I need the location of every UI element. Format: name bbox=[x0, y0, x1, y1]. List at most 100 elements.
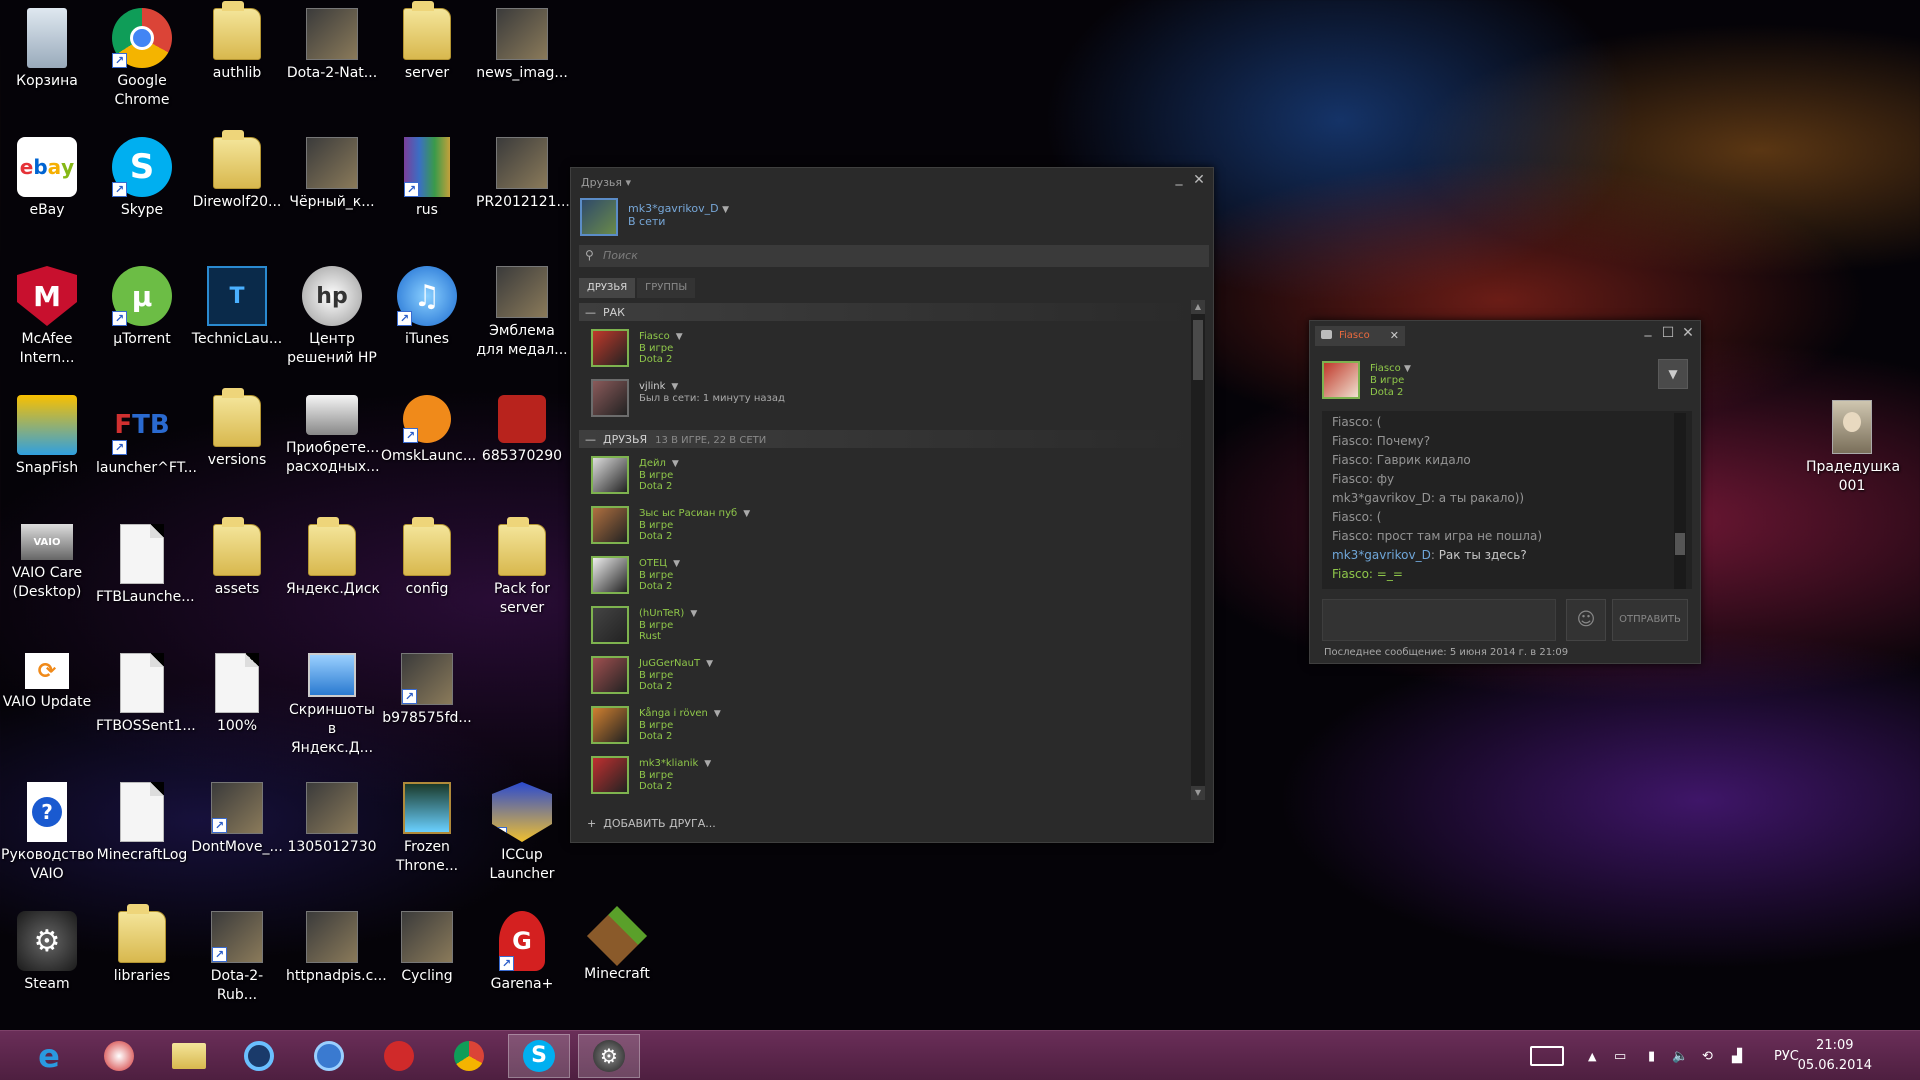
network-icon[interactable]: ⟲ bbox=[1702, 1031, 1713, 1080]
desktop-icon[interactable]: µ ↗ µTorrent bbox=[96, 258, 188, 382]
battery-icon[interactable]: ▮ bbox=[1648, 1031, 1655, 1080]
audio-icon[interactable] bbox=[368, 1034, 430, 1078]
desktop-icon[interactable]: FTBOSSent1... bbox=[96, 645, 196, 769]
desktop-icon[interactable]: ? Руководство VAIO bbox=[1, 774, 94, 898]
desktop-icon[interactable]: httpnadpis.c... bbox=[286, 903, 387, 1027]
minimize-button[interactable]: _ bbox=[1640, 321, 1656, 337]
chat-scrollbar[interactable] bbox=[1674, 413, 1686, 589]
desktop-icon[interactable]: G ↗ Garena+ bbox=[476, 903, 568, 1027]
avatar[interactable] bbox=[591, 606, 629, 644]
desktop-icon[interactable]: ⟳ VAIO Update bbox=[1, 645, 93, 769]
chevron-down-icon[interactable]: ▼ bbox=[672, 459, 679, 469]
signal-icon[interactable]: ▟ bbox=[1732, 1031, 1742, 1080]
close-button[interactable]: ✕ bbox=[1191, 172, 1207, 188]
avatar[interactable] bbox=[591, 756, 629, 794]
desktop-icon[interactable]: ↗ rus bbox=[381, 129, 473, 253]
desktop-icon[interactable]: ↗ Dota-2-Rub... bbox=[191, 903, 283, 1027]
volume-icon[interactable]: 🔈 bbox=[1672, 1031, 1688, 1080]
desktop-icon[interactable]: Cycling bbox=[381, 903, 473, 1027]
desktop-icon[interactable]: 685370290 bbox=[476, 387, 568, 511]
desktop-icon[interactable]: Прадедушка 001 bbox=[1806, 392, 1900, 516]
collapse-icon[interactable]: — bbox=[585, 433, 596, 446]
desktop-icon[interactable]: ⚙ Steam bbox=[1, 903, 93, 1027]
friend-item[interactable]: Зыс ыс Расиан пуб ▼ В игре Dota 2 bbox=[591, 504, 1199, 554]
avatar[interactable] bbox=[591, 379, 629, 417]
scroll-down-icon[interactable]: ▼ bbox=[1191, 786, 1205, 800]
clock[interactable]: 21:09 05.06.2014 bbox=[1798, 1036, 1872, 1076]
desktop-icon[interactable]: ♫ ↗ iTunes bbox=[381, 258, 473, 382]
avatar[interactable] bbox=[591, 656, 629, 694]
friend-list-scrollbar[interactable]: ▲ ▼ bbox=[1191, 300, 1205, 800]
add-friend-button[interactable]: + ДОБАВИТЬ ДРУГА... bbox=[587, 817, 716, 830]
avatar[interactable] bbox=[1322, 361, 1360, 399]
desktop-icon[interactable]: VAIO VAIO Care (Desktop) bbox=[1, 516, 93, 640]
desktop-icon[interactable]: ↗ ICCup Launcher bbox=[476, 774, 568, 898]
keyboard-icon[interactable] bbox=[1530, 1031, 1564, 1080]
chat-tab[interactable]: Fiasco ✕ bbox=[1315, 326, 1405, 346]
skype-icon[interactable]: S bbox=[508, 1034, 570, 1078]
ie-icon[interactable]: e bbox=[18, 1034, 80, 1078]
scroll-up-icon[interactable]: ▲ bbox=[1191, 300, 1205, 314]
avatar[interactable] bbox=[591, 456, 629, 494]
avatar[interactable] bbox=[591, 556, 629, 594]
send-button[interactable]: ОТПРАВИТЬ bbox=[1612, 599, 1688, 641]
desktop-icon[interactable]: 100% bbox=[191, 645, 283, 769]
desktop-icon[interactable]: Minecraft bbox=[571, 903, 663, 1027]
desktop-icon[interactable]: Frozen Throne... bbox=[381, 774, 473, 898]
close-button[interactable]: ✕ bbox=[1680, 325, 1696, 341]
chat-user-name[interactable]: Fiasco ▼ bbox=[1370, 363, 1411, 374]
self-name[interactable]: mk3*gavrikov_D ▼ bbox=[628, 202, 729, 215]
chevron-down-icon[interactable]: ▼ bbox=[704, 759, 711, 769]
desktop-icon[interactable]: ↗ OmskLaunc... bbox=[381, 387, 476, 511]
desktop-icon[interactable]: Pack for server bbox=[476, 516, 568, 640]
scrollbar-thumb[interactable] bbox=[1193, 320, 1203, 380]
maximize-button[interactable]: ☐ bbox=[1660, 325, 1676, 341]
desktop-icon[interactable]: PR2012121... bbox=[476, 129, 570, 253]
chevron-down-icon[interactable]: ▼ bbox=[706, 659, 713, 669]
chrome-icon[interactable] bbox=[438, 1034, 500, 1078]
friend-item[interactable]: vjlink ▼ Был в сети: 1 минуту назад bbox=[591, 377, 1199, 427]
avatar[interactable] bbox=[591, 506, 629, 544]
avatar[interactable] bbox=[580, 198, 618, 236]
collapse-icon[interactable]: — bbox=[585, 306, 596, 319]
explorer-icon[interactable] bbox=[158, 1034, 220, 1078]
steam-friends-window[interactable]: Друзья ▾ _ ✕ mk3*gavrikov_D ▼ В сети ⚲ П… bbox=[570, 167, 1214, 843]
chevron-down-icon[interactable]: ▼ bbox=[671, 382, 678, 392]
chevron-down-icon[interactable]: ▼ bbox=[690, 609, 697, 619]
close-tab-icon[interactable]: ✕ bbox=[1390, 329, 1399, 342]
desktop-icon[interactable]: server bbox=[381, 0, 473, 124]
friend-item[interactable]: (hUnTeR) ▼ В игре Rust bbox=[591, 604, 1199, 654]
desktop-icon[interactable]: Скриншоты в Яндекс.Д... bbox=[286, 645, 378, 769]
chevron-down-icon[interactable]: ▼ bbox=[676, 332, 683, 342]
friend-name[interactable]: Fiasco ▼ bbox=[639, 331, 683, 342]
chat-input[interactable] bbox=[1322, 599, 1556, 641]
desktop-icon[interactable]: ↗ Google Chrome bbox=[96, 0, 188, 124]
tab-friends[interactable]: ДРУЗЬЯ bbox=[579, 278, 636, 298]
scrollbar-thumb[interactable] bbox=[1675, 533, 1685, 555]
tray-expand-icon[interactable]: ▲ bbox=[1588, 1031, 1596, 1080]
film-icon[interactable] bbox=[298, 1034, 360, 1078]
desktop-icon[interactable]: ↗ b978575fd... bbox=[381, 645, 473, 769]
desktop-icon[interactable]: ↗ DontMove_... bbox=[191, 774, 283, 898]
search-input[interactable]: ⚲ Поиск bbox=[579, 245, 1209, 267]
media-icon[interactable] bbox=[228, 1034, 290, 1078]
friend-item[interactable]: mk3*klianik ▼ В игре Dota 2 bbox=[591, 754, 1199, 800]
steam-icon[interactable]: ⚙ bbox=[578, 1034, 640, 1078]
friend-name[interactable]: Дейл ▼ bbox=[639, 458, 679, 469]
avatar[interactable] bbox=[591, 706, 629, 744]
steam-chat-window[interactable]: Fiasco ✕ _ ☐ ✕ Fiasco ▼ В игре Dota 2 ▼ … bbox=[1309, 320, 1701, 664]
tab-groups[interactable]: ГРУППЫ bbox=[637, 278, 696, 298]
desktop-icon[interactable]: authlib bbox=[191, 0, 283, 124]
desktop-icon[interactable]: Эмблема для медал... bbox=[476, 258, 568, 382]
chat-options-button[interactable]: ▼ bbox=[1658, 359, 1688, 389]
desktop-icon[interactable]: Яндекс.Диск bbox=[286, 516, 380, 640]
friend-item[interactable]: ОТЕЦ ▼ В игре Dota 2 bbox=[591, 554, 1199, 604]
desktop-icon[interactable]: M McAfee Intern... bbox=[1, 258, 93, 382]
emoticon-button[interactable]: ☺ bbox=[1566, 599, 1606, 641]
desktop-icon[interactable]: e b a y eBay bbox=[1, 129, 93, 253]
desktop-icon[interactable]: Приобрете... расходных... bbox=[286, 387, 380, 511]
desktop-icon[interactable]: F TB ↗ launcher^FT... bbox=[96, 387, 197, 511]
minimize-button[interactable]: _ bbox=[1171, 170, 1187, 186]
friends-window-title[interactable]: Друзья ▾ bbox=[571, 168, 1213, 192]
desktop-icon[interactable]: config bbox=[381, 516, 473, 640]
